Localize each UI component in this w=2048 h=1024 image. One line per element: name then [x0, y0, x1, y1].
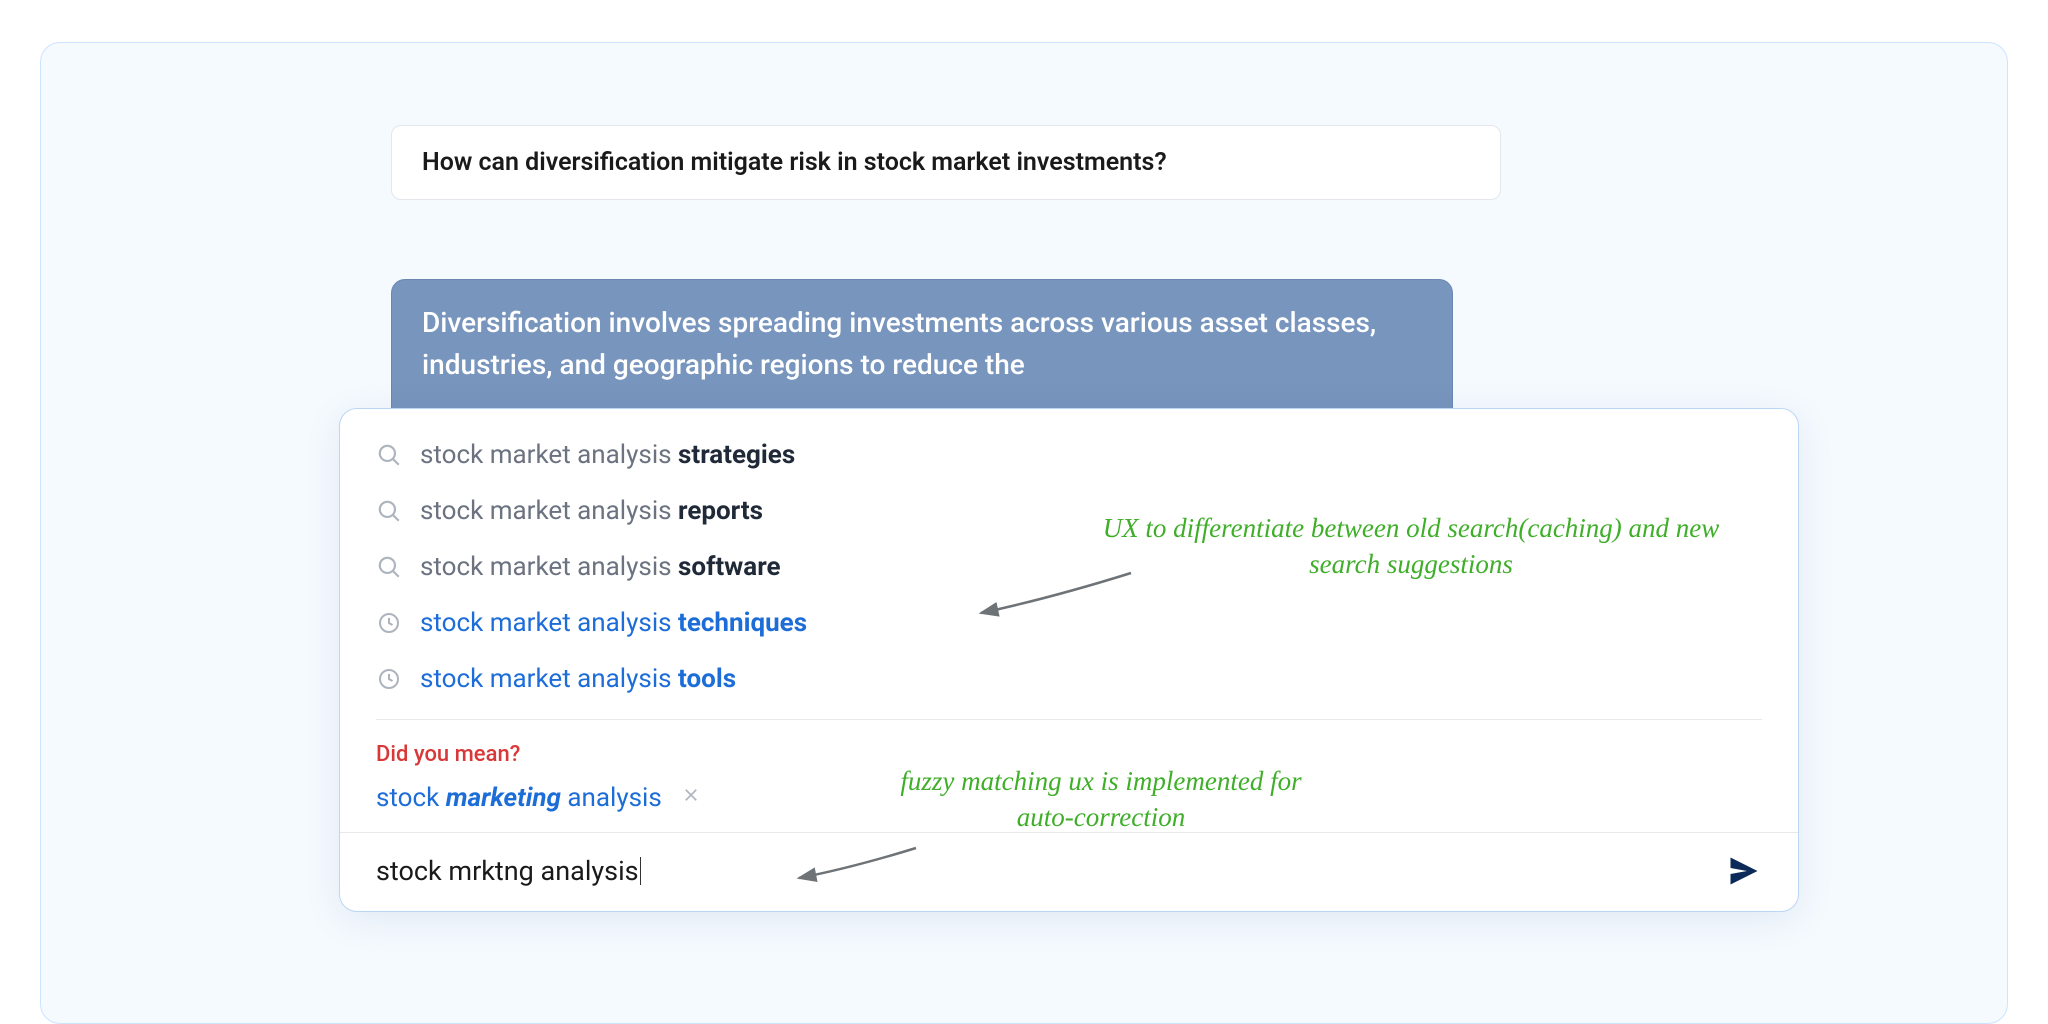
send-icon[interactable]: [1726, 853, 1762, 889]
suggestion-item-new-0[interactable]: stock market analysis strategies: [376, 427, 1762, 483]
clock-icon: [376, 666, 402, 692]
chat-frame: How can diversification mitigate risk in…: [40, 42, 2008, 1024]
divider: [376, 719, 1762, 720]
suggestion-text: stock market analysis strategies: [420, 440, 795, 470]
suggestion-list: stock market analysis strategies stock m…: [340, 427, 1798, 707]
correction-row[interactable]: stock marketing analysis: [340, 773, 1798, 832]
suggestion-text: stock market analysis tools: [420, 664, 736, 694]
did-you-mean-label: Did you mean?: [340, 732, 1798, 773]
text-cursor: [640, 857, 641, 885]
answer-text: Diversification involves spreading inves…: [422, 306, 1376, 381]
search-suggestions-popup: stock market analysis strategies stock m…: [339, 408, 1799, 912]
clock-icon: [376, 610, 402, 636]
search-input[interactable]: stock mrktng analysis: [376, 855, 1706, 887]
search-input-row: stock mrktng analysis: [340, 832, 1798, 911]
search-icon: [376, 498, 402, 524]
close-icon[interactable]: [678, 781, 704, 814]
suggestion-item-history-3[interactable]: stock market analysis techniques: [376, 595, 1762, 651]
question-text: How can diversification mitigate risk in…: [422, 148, 1167, 177]
search-icon: [376, 554, 402, 580]
suggestion-text: stock market analysis software: [420, 552, 781, 582]
search-icon: [376, 442, 402, 468]
suggestion-item-new-2[interactable]: stock market analysis software: [376, 539, 1762, 595]
suggestion-text: stock market analysis reports: [420, 496, 763, 526]
user-question-bubble: How can diversification mitigate risk in…: [391, 125, 1501, 200]
correction-text: stock marketing analysis: [376, 783, 662, 813]
suggestion-text: stock market analysis techniques: [420, 608, 807, 638]
suggestion-item-new-1[interactable]: stock market analysis reports: [376, 483, 1762, 539]
suggestion-item-history-4[interactable]: stock market analysis tools: [376, 651, 1762, 707]
